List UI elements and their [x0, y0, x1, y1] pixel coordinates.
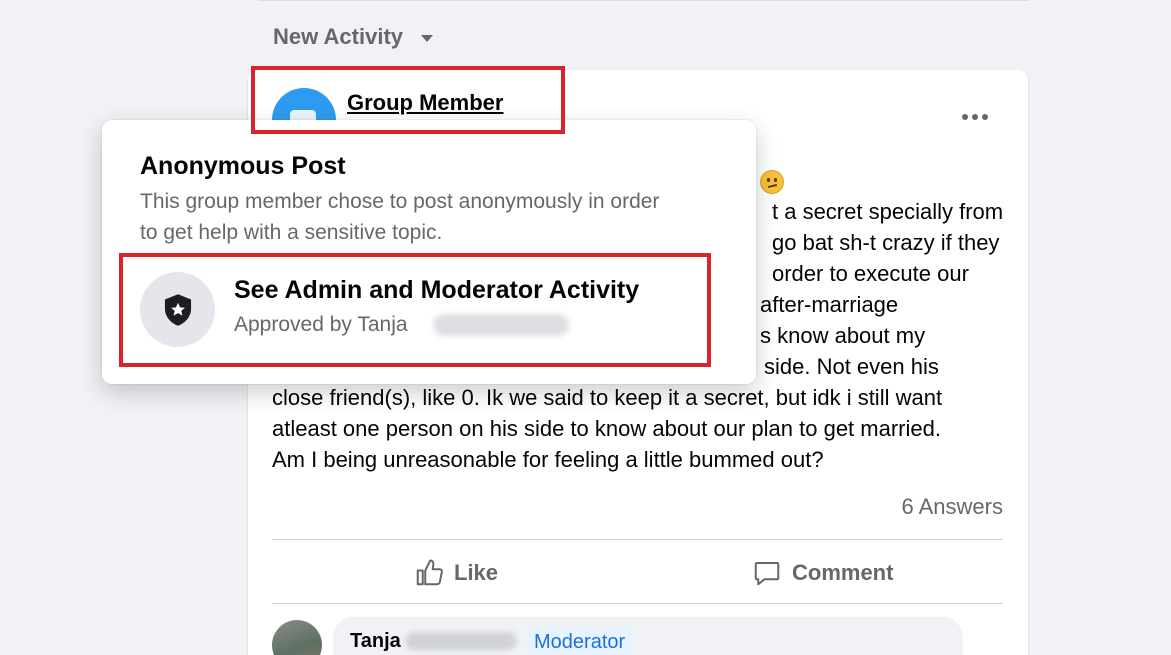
- commenter-name[interactable]: Tanja: [350, 630, 401, 653]
- post-text-line: go bat sh-t crazy if they: [772, 230, 1000, 255]
- confused-emoji-icon: [760, 170, 784, 194]
- post-text-line: after-marriage: [760, 292, 899, 317]
- popover-title: Anonymous Post: [140, 152, 346, 180]
- post-text-line: side. Not even his: [764, 354, 939, 379]
- sort-label: New Activity: [273, 24, 404, 49]
- divider: [272, 539, 1003, 540]
- like-button[interactable]: Like: [414, 556, 498, 590]
- post-text-line: order to execute our: [772, 261, 969, 286]
- like-icon: [416, 559, 443, 586]
- post-text-line: atleast one person on his side to know a…: [272, 416, 941, 441]
- answers-count-link[interactable]: 6 Answers: [902, 494, 1004, 520]
- highlight-box: [119, 253, 711, 367]
- highlight-box: [251, 66, 565, 134]
- post-text-line: t a secret specially from: [772, 199, 1004, 224]
- post-text-line: close friend(s), like 0. Ik we said to k…: [272, 385, 943, 410]
- post-text-line: s know about my: [760, 323, 926, 348]
- divider: [272, 603, 1003, 604]
- page: New Activity Group Member t a secret spe…: [0, 0, 1171, 655]
- divider: [258, 0, 1028, 1]
- popover-description: This group member chose to post anonymou…: [140, 190, 660, 244]
- more-icon[interactable]: [955, 104, 995, 130]
- comment-button[interactable]: Comment: [752, 556, 893, 590]
- moderator-badge[interactable]: Moderator: [526, 627, 634, 655]
- comment-label: Comment: [792, 560, 894, 585]
- caret-down-icon: [421, 34, 434, 42]
- like-label: Like: [454, 560, 499, 585]
- sort-dropdown[interactable]: New Activity: [273, 22, 434, 52]
- post-text-line: Am I being unreasonable for feeling a li…: [272, 447, 824, 472]
- blurred-name: [405, 632, 517, 650]
- comment-icon: [754, 562, 780, 586]
